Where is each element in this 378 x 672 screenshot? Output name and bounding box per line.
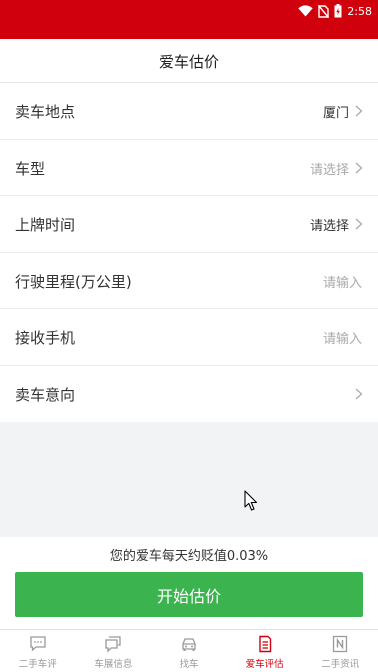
mileage-input[interactable]: 请输入 xyxy=(323,272,362,291)
tab-label: 二手车评 xyxy=(18,659,57,670)
chevron-right-icon xyxy=(355,388,363,399)
form-row-label: 行驶里程(万公里) xyxy=(15,272,132,291)
form-row-registration-date[interactable]: 上牌时间 请选择 xyxy=(0,196,378,253)
tab-used-car-review[interactable]: 二手车评 xyxy=(0,630,76,672)
status-bar: 2:58 xyxy=(0,0,378,39)
depreciation-note: 您的爱车每天约贬值0.03% xyxy=(109,549,269,564)
clock-time: 2:58 xyxy=(347,4,372,18)
form-row-sell-intention[interactable]: 卖车意向 xyxy=(0,366,378,423)
message-icon xyxy=(105,636,122,653)
mouse-cursor-icon xyxy=(244,490,258,511)
form-row-label: 卖车意向 xyxy=(15,385,76,404)
tab-car-valuation[interactable]: 爱车评估 xyxy=(227,630,303,672)
chevron-right-icon xyxy=(355,162,363,173)
tab-label: 爱车评估 xyxy=(245,659,284,670)
form-row-car-model[interactable]: 车型 请选择 xyxy=(0,140,378,196)
tab-auto-show[interactable]: 车展信息 xyxy=(76,630,152,672)
form-row-label: 卖车地点 xyxy=(15,103,76,121)
chat-icon xyxy=(30,636,46,652)
chevron-right-icon xyxy=(355,218,363,230)
bottom-tab-bar: 二手车评 车展信息 找车 爱车评估 二手资讯 xyxy=(0,629,378,672)
news-icon xyxy=(333,635,348,653)
form-row-value: 请选择 xyxy=(309,219,349,234)
tab-used-car-news[interactable]: 二手资讯 xyxy=(302,630,378,672)
car-icon xyxy=(182,638,196,651)
title-bar: 爱车估价 xyxy=(0,39,378,83)
form-row-mileage[interactable]: 行驶里程(万公里) 请输入 xyxy=(0,253,378,309)
tab-label: 找车 xyxy=(179,659,199,670)
form-row-phone[interactable]: 接收手机 请输入 xyxy=(0,309,378,366)
start-valuation-button[interactable]: 开始估价 xyxy=(15,572,363,617)
form-row-value: 请选择 xyxy=(309,162,349,178)
phone-input[interactable]: 请输入 xyxy=(323,328,362,347)
document-icon xyxy=(258,635,271,653)
chevron-right-icon xyxy=(355,105,363,117)
battery-charging-icon xyxy=(334,4,342,18)
no-sim-icon xyxy=(318,4,330,18)
wifi-icon xyxy=(298,5,313,17)
form-row-label: 接收手机 xyxy=(15,329,76,347)
form-row-sell-location[interactable]: 卖车地点 厦门 xyxy=(0,83,378,140)
bottom-panel: 您的爱车每天约贬值0.03% 开始估价 xyxy=(0,537,378,629)
tab-find-car[interactable]: 找车 xyxy=(151,630,227,672)
form-row-value: 厦门 xyxy=(322,106,349,121)
valuation-form: 卖车地点 厦门 车型 请选择 上牌时间 请选择 行驶里程(万公里) 请输入 接收… xyxy=(0,83,378,422)
form-row-label: 车型 xyxy=(15,159,46,178)
page-title: 爱车估价 xyxy=(158,53,219,71)
tab-label: 车展信息 xyxy=(94,659,133,670)
form-row-label: 上牌时间 xyxy=(15,216,76,234)
tab-label: 二手资讯 xyxy=(321,659,360,670)
